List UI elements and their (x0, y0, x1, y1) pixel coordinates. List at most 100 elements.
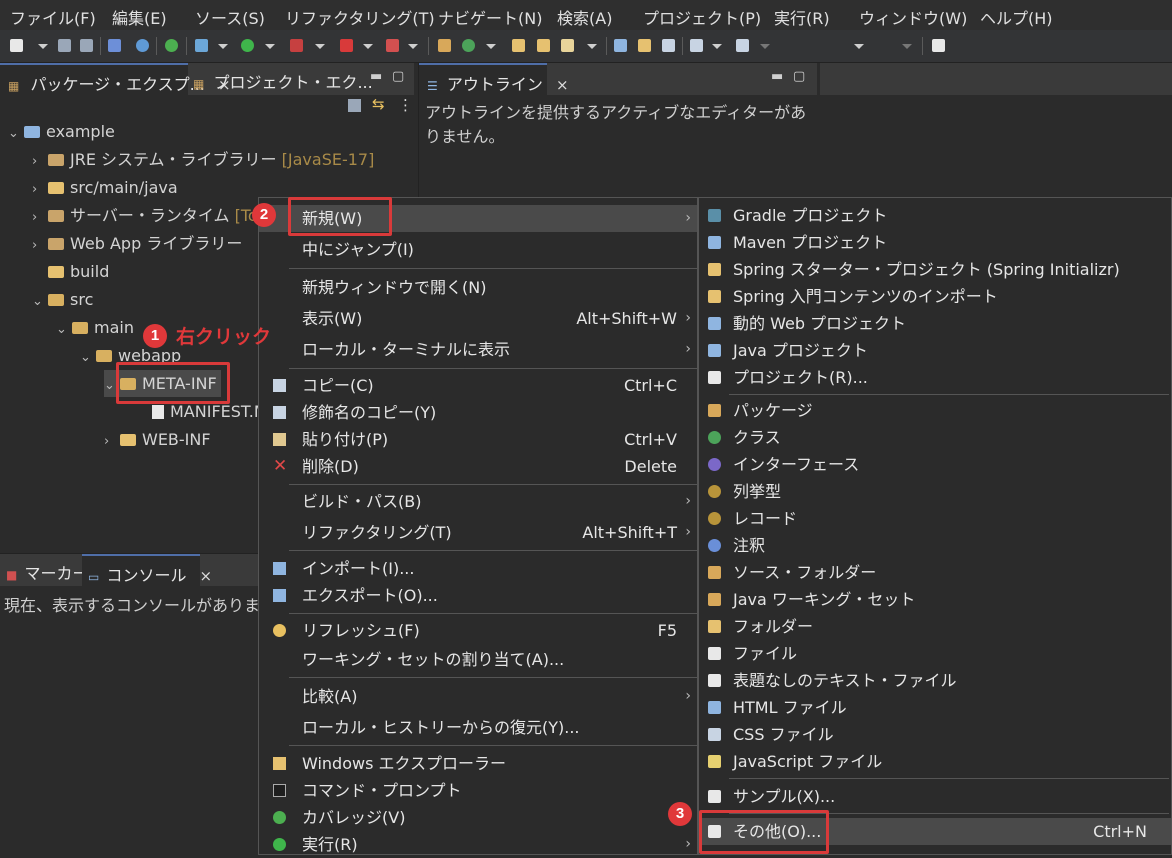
maximize-icon[interactable]: ▢ (392, 69, 404, 84)
sub-class[interactable]: クラス (699, 424, 1171, 451)
maximize-icon[interactable]: ▢ (793, 69, 805, 84)
sub-java-project[interactable]: Java プロジェクト (699, 337, 1171, 364)
coverage-dropdown-icon[interactable] (315, 44, 325, 49)
next-annotation-dropdown-icon[interactable] (712, 44, 722, 49)
sub-record[interactable]: レコード (699, 505, 1171, 532)
menu-navigate[interactable]: ナビゲート(N) (438, 5, 542, 29)
brush-dropdown-icon[interactable] (587, 44, 597, 49)
prev-annotation-dropdown-icon[interactable] (760, 44, 770, 49)
open-perspective-icon[interactable] (932, 39, 945, 52)
new-class-dropdown-icon[interactable] (486, 44, 496, 49)
run-dropdown-icon[interactable] (265, 44, 275, 49)
tab-console[interactable]: ▭ コンソール × (82, 554, 212, 586)
ctx-restore-history[interactable]: ローカル・ヒストリーからの復元(Y)... (259, 714, 697, 741)
chevron-down-icon[interactable]: ⌄ (56, 316, 72, 343)
close-icon[interactable]: × (200, 567, 213, 585)
tree-item-main[interactable]: ⌄ main (56, 314, 134, 341)
new-icon[interactable] (10, 39, 23, 52)
save-icon[interactable] (58, 39, 71, 52)
external-tools-dropdown-icon[interactable] (408, 44, 418, 49)
tree-item-web-inf[interactable]: › WEB-INF (104, 426, 211, 453)
sub-project[interactable]: プロジェクト(R)... (699, 364, 1171, 391)
sub-package[interactable]: パッケージ (699, 397, 1171, 424)
coverage-toolbar-icon[interactable] (290, 39, 303, 52)
prev-annotation-icon[interactable] (736, 39, 749, 52)
menu-search[interactable]: 検索(A) (557, 5, 612, 29)
ctx-show-in[interactable]: 表示(W) Alt+Shift+W › (259, 305, 697, 332)
sub-sample[interactable]: サンプル(X)... (699, 783, 1171, 810)
ctx-copy[interactable]: コピー(C) Ctrl+C (259, 372, 697, 399)
tree-item-build[interactable]: build (48, 258, 109, 285)
sub-gradle-project[interactable]: Gradle プロジェクト (699, 202, 1171, 229)
terminal-toolbar-icon[interactable] (108, 39, 121, 52)
run-toolbar-icon[interactable] (241, 39, 254, 52)
stop-dropdown-icon[interactable] (363, 44, 373, 49)
ctx-compare[interactable]: 比較(A) › (259, 683, 697, 710)
sub-javascript-file[interactable]: JavaScript ファイル (699, 748, 1171, 775)
sub-interface[interactable]: インターフェース (699, 451, 1171, 478)
minimize-icon[interactable]: ▬ (370, 69, 382, 84)
minimize-icon[interactable]: ▬ (771, 69, 783, 84)
sub-html-file[interactable]: HTML ファイル (699, 694, 1171, 721)
tab-package-explorer[interactable]: ▦ パッケージ・エクスプ... × (0, 63, 231, 95)
tab-project-explorer[interactable]: ▦ プロジェクト・エク... (189, 63, 373, 95)
chevron-right-icon[interactable]: › (104, 428, 120, 455)
menu-file[interactable]: ファイル(F) (10, 5, 96, 29)
sub-source-folder[interactable]: ソース・フォルダー (699, 559, 1171, 586)
ctx-copy-qualified[interactable]: 修飾名のコピー(Y) (259, 399, 697, 426)
menu-window[interactable]: ウィンドウ(W) (859, 5, 967, 29)
menu-help[interactable]: ヘルプ(H) (980, 5, 1053, 29)
menu-source[interactable]: ソース(S) (195, 5, 265, 29)
chevron-down-icon[interactable]: ⌄ (80, 344, 96, 371)
ctx-show-in-terminal[interactable]: ローカル・ターミナルに表示 › (259, 336, 697, 363)
close-icon[interactable]: × (556, 76, 569, 94)
sub-working-set[interactable]: Java ワーキング・セット (699, 586, 1171, 613)
debug-dropdown-icon[interactable] (218, 44, 228, 49)
ctx-paste[interactable]: 貼り付け(P) Ctrl+V (259, 426, 697, 453)
toggle-mark-icon[interactable] (662, 39, 675, 52)
open-type-icon[interactable] (512, 39, 525, 52)
ctx-windows-explorer[interactable]: Windows エクスプローラー (259, 750, 697, 777)
view-menu-icon[interactable]: ⋮ (398, 96, 413, 114)
highlight-icon[interactable] (638, 39, 651, 52)
link-editor-icon[interactable]: ⇆ (372, 95, 385, 113)
back-dropdown-icon[interactable] (854, 44, 864, 49)
sub-untitled-text[interactable]: 表題なしのテキスト・ファイル (699, 667, 1171, 694)
tab-markers[interactable]: ■ マーカー (0, 554, 88, 586)
sub-folder[interactable]: フォルダー (699, 613, 1171, 640)
forward-dropdown-icon[interactable] (902, 44, 912, 49)
ctx-export[interactable]: エクスポート(O)... (259, 582, 697, 609)
settings-icon[interactable] (136, 39, 149, 52)
ctx-refresh[interactable]: リフレッシュ(F) F5 (259, 617, 697, 644)
new-dropdown-icon[interactable] (38, 44, 48, 49)
sub-annotation[interactable]: 注釈 (699, 532, 1171, 559)
menu-project[interactable]: プロジェクト(P) (643, 5, 761, 29)
menu-edit[interactable]: 編集(E) (112, 5, 167, 29)
chevron-down-icon[interactable]: ⌄ (32, 288, 48, 315)
new-package-icon[interactable] (438, 39, 451, 52)
collapse-all-icon[interactable] (348, 99, 361, 112)
sub-maven-project[interactable]: Maven プロジェクト (699, 229, 1171, 256)
sub-dynamic-web-project[interactable]: 動的 Web プロジェクト (699, 310, 1171, 337)
menu-run[interactable]: 実行(R) (774, 5, 830, 29)
save-all-icon[interactable] (80, 39, 93, 52)
chevron-right-icon[interactable]: › (32, 148, 48, 175)
menu-refactor[interactable]: リファクタリング(T) (285, 5, 435, 29)
ctx-run[interactable]: 実行(R) › (259, 831, 697, 858)
brush-icon[interactable] (561, 39, 574, 52)
ctx-refactor[interactable]: リファクタリング(T) Alt+Shift+T › (259, 519, 697, 546)
ctx-assign-working-set[interactable]: ワーキング・セットの割り当て(A)... (259, 646, 697, 673)
tree-item-src[interactable]: ⌄ src (32, 286, 93, 313)
next-annotation-icon[interactable] (690, 39, 703, 52)
ctx-open-new-window[interactable]: 新規ウィンドウで開く(N) (259, 274, 697, 301)
sub-css-file[interactable]: CSS ファイル (699, 721, 1171, 748)
tab-outline[interactable]: ☰ アウトライン × (419, 63, 569, 95)
sub-spring-starter[interactable]: Spring スターター・プロジェクト (Spring Initializr) (699, 256, 1171, 283)
debug-icon[interactable] (195, 39, 208, 52)
chevron-down-icon[interactable]: ⌄ (8, 120, 24, 147)
ctx-import[interactable]: インポート(I)... (259, 555, 697, 582)
ctx-coverage[interactable]: カバレッジ(V) (259, 804, 697, 831)
chevron-right-icon[interactable]: › (32, 232, 48, 259)
open-folder-icon[interactable] (537, 39, 550, 52)
sub-spring-import[interactable]: Spring 入門コンテンツのインポート (699, 283, 1171, 310)
